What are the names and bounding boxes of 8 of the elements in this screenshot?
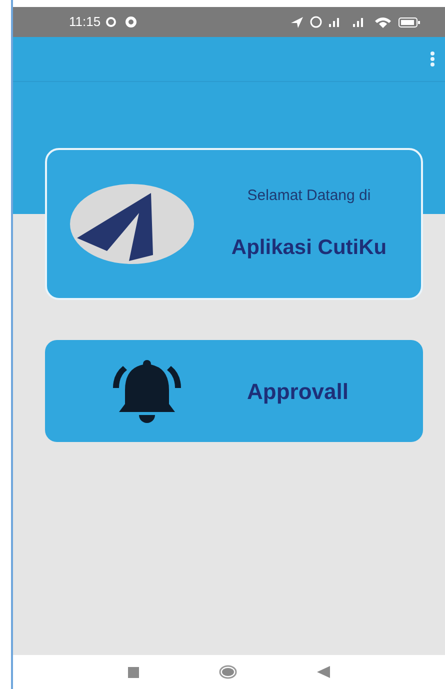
recent-apps-icon[interactable] xyxy=(128,666,139,678)
approval-menu-button[interactable]: Approvall xyxy=(45,340,423,442)
status-time: 11:15 xyxy=(69,13,101,32)
home-icon[interactable] xyxy=(219,665,237,679)
back-icon[interactable] xyxy=(317,666,330,678)
more-menu-icon[interactable] xyxy=(430,51,435,67)
app-title: Aplikasi CutiKu xyxy=(231,234,387,260)
welcome-text: Selamat Datang di xyxy=(247,186,371,206)
